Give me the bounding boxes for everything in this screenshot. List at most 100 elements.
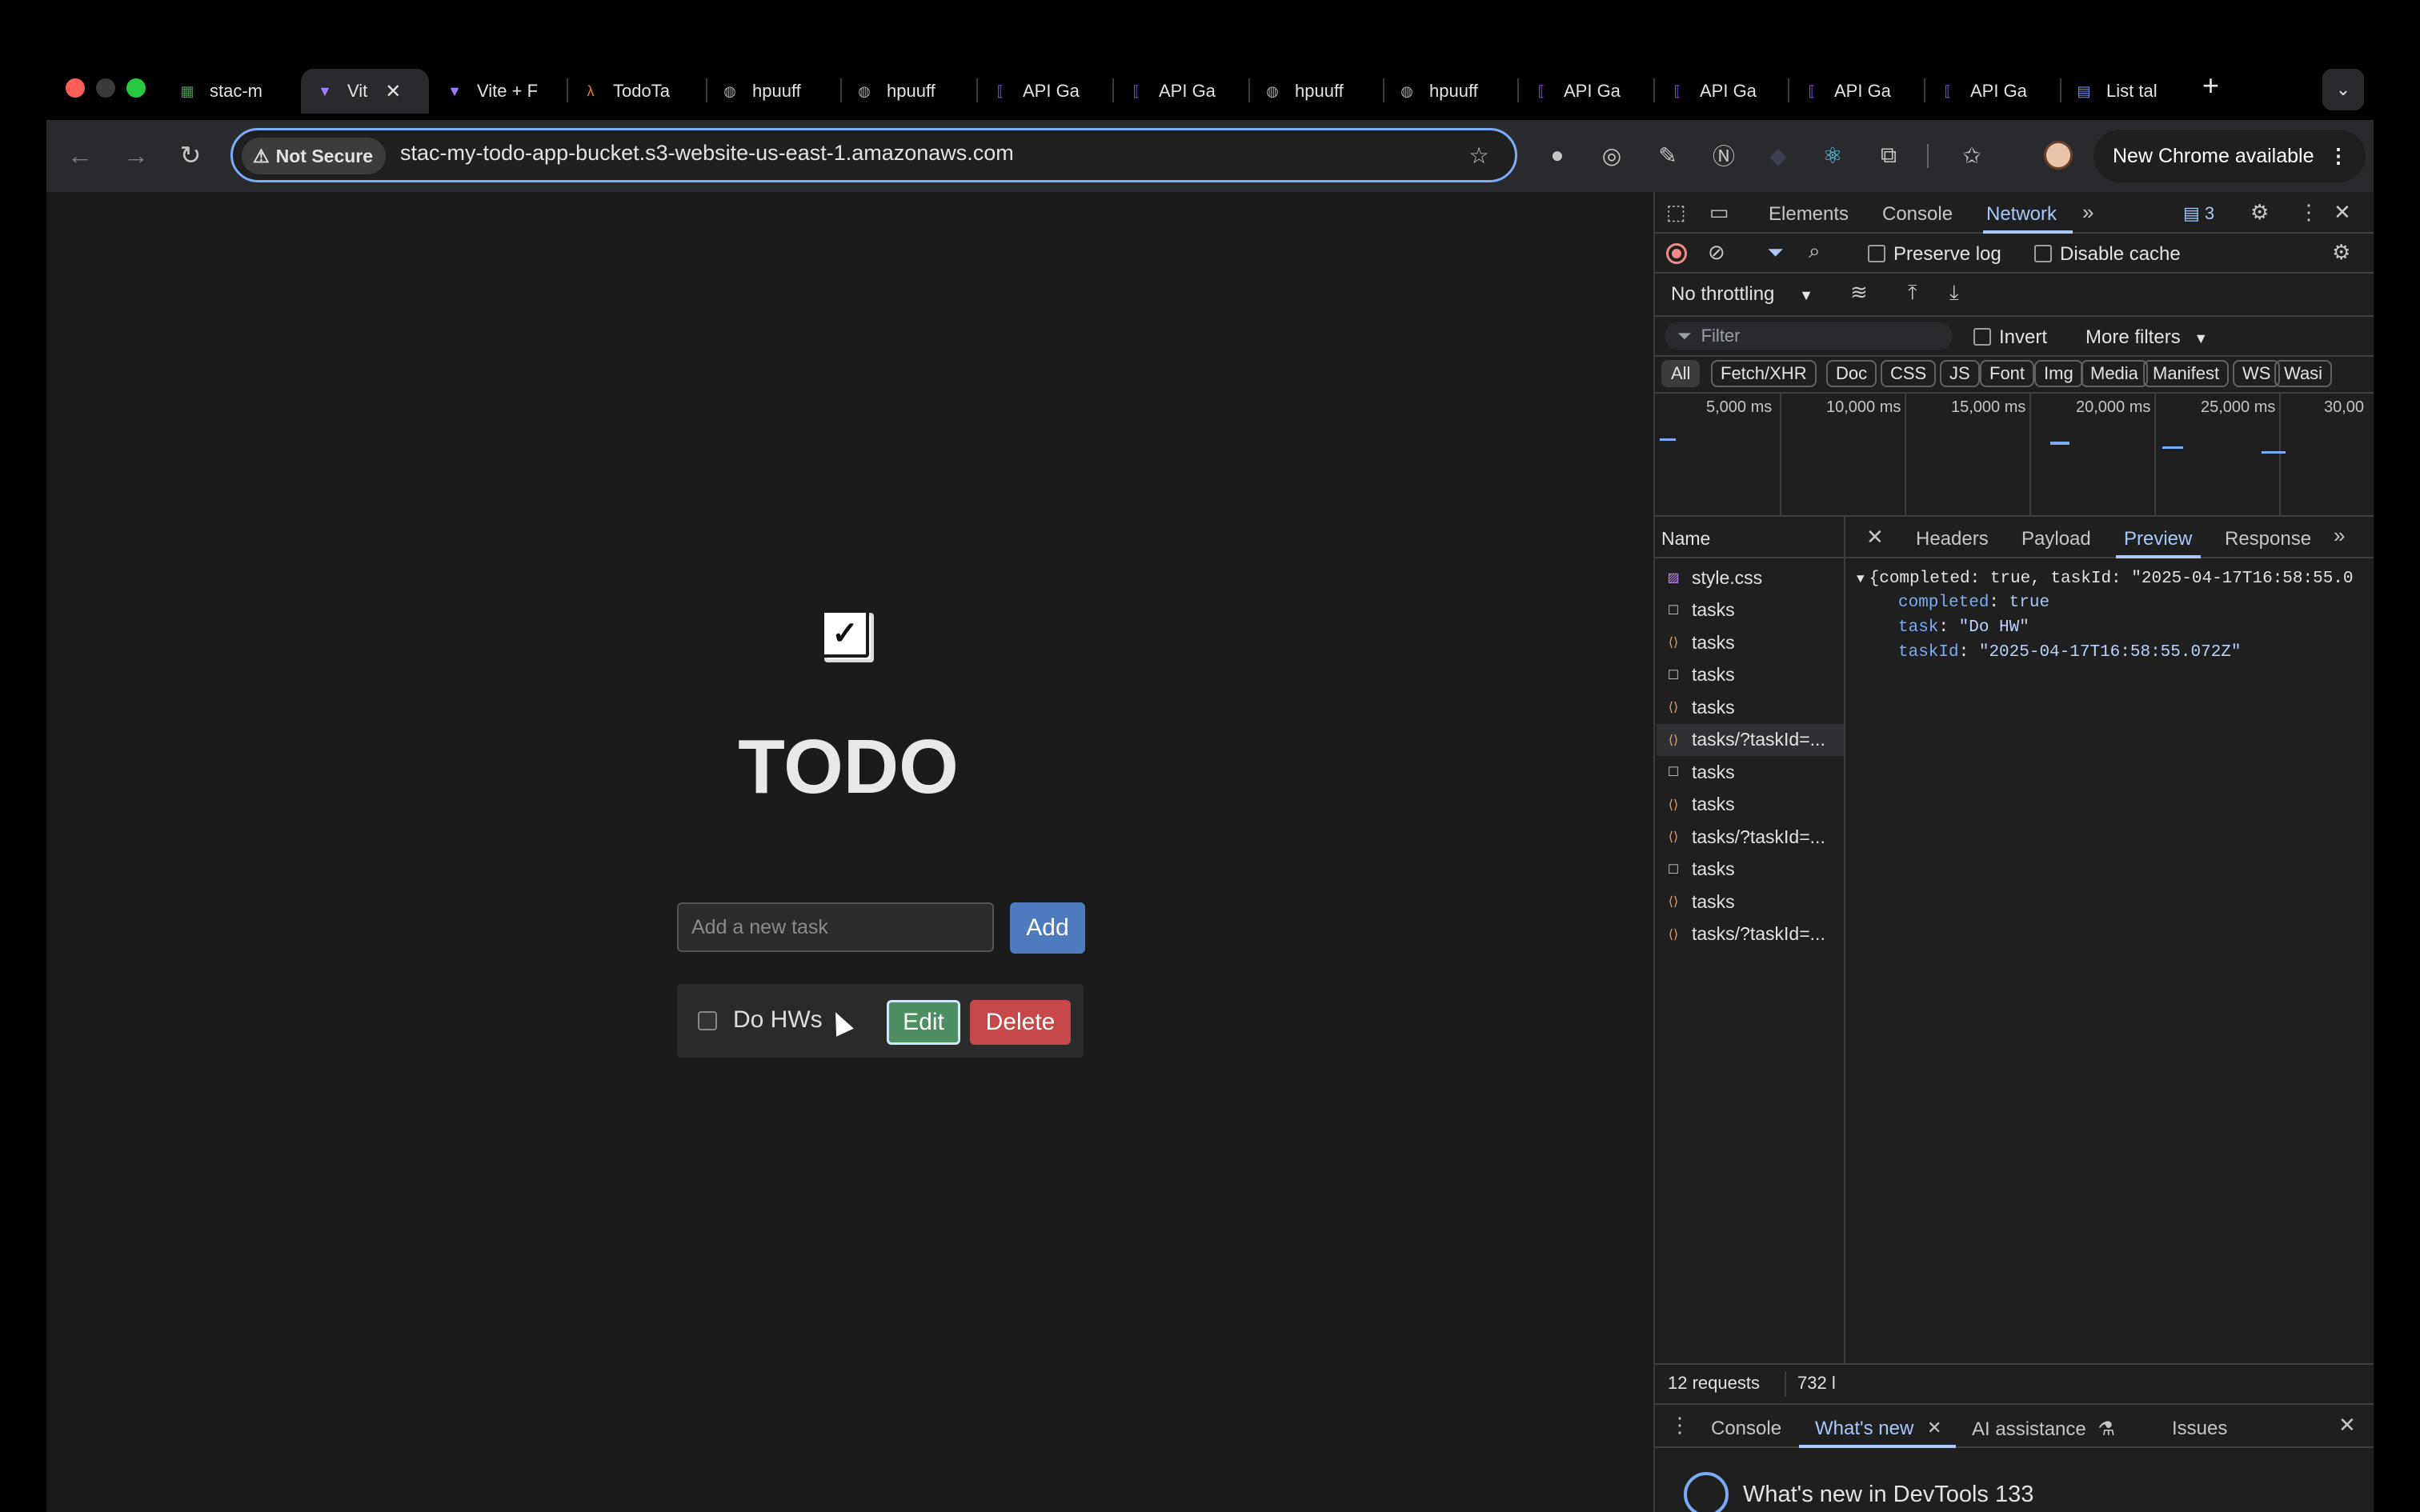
type-filter-wasi[interactable]: Wasi [2274,360,2333,387]
request-row[interactable]: ⟨⟩ tasks/?taskId=... [1657,918,1844,950]
back-button[interactable]: ← [61,136,99,174]
device-toolbar-icon[interactable]: ▭ [1709,200,1729,225]
filter-funnel-icon[interactable]: ⏷ [1767,240,1784,266]
tab-9[interactable]: ◍ hpuuff [1396,69,1500,114]
tab-11[interactable]: ⟦ API Ga [1666,69,1770,114]
close-window-button[interactable] [66,78,85,98]
request-row[interactable]: ☐ tasks [1657,854,1844,886]
type-filter-font[interactable]: Font [1980,360,2035,387]
type-filter-img[interactable]: Img [2034,360,2083,387]
type-filter-css[interactable]: CSS [1881,360,1937,387]
edit-task-button[interactable]: Edit [887,1000,960,1045]
delete-task-button[interactable]: Delete [970,1000,1071,1045]
profile-avatar[interactable] [2041,138,2076,173]
url-text[interactable]: stac-my-todo-app-bucket.s3-website-us-ea… [400,141,1014,166]
search-icon[interactable]: ⌕ [1809,238,1821,264]
more-tabs-chevron-icon[interactable]: » [2082,200,2093,225]
issues-counter[interactable]: ▤ 3 [2183,203,2214,224]
clear-icon[interactable]: ⊘ [1708,240,1725,265]
type-filter-js[interactable]: JS [1940,360,1980,387]
add-task-button[interactable]: Add [1010,902,1085,954]
tab-elements[interactable]: Elements [1769,203,1849,226]
tab-12[interactable]: ⟦ API Ga [1801,69,1905,114]
request-row[interactable]: ⟨⟩ tasks [1657,691,1844,723]
close-drawer-icon[interactable]: ✕ [2338,1413,2356,1438]
type-filter-all[interactable]: All [1661,360,1701,387]
devtools-menu-icon[interactable]: ⋮ [2298,200,2319,225]
request-row[interactable]: ⟨⟩ tasks/?taskId=... [1657,723,1844,756]
export-har-icon[interactable]: ⤓ [1949,280,1959,306]
type-filter-fetchxhr[interactable]: Fetch/XHR [1711,360,1817,387]
import-har-icon[interactable]: ⤒ [1908,280,1917,306]
invert-checkbox[interactable] [1973,328,1991,346]
tab-7[interactable]: ⟦ API Ga [1125,69,1229,114]
tab-3[interactable]: λ TodoTa [579,69,683,114]
tab-0[interactable]: ▦ stac-m [176,69,272,114]
request-row[interactable]: ⟨⟩ tasks [1657,789,1844,821]
request-row[interactable]: ☐ tasks [1657,659,1844,691]
tab-search-button[interactable]: ⌄ [2322,69,2364,110]
preserve-log-checkbox[interactable] [1868,245,1885,262]
request-row[interactable]: ☐ tasks [1657,594,1844,626]
new-tab-button[interactable]: + [2202,69,2219,102]
close-tab-icon[interactable]: ✕ [385,80,401,103]
drawer-tab-issues[interactable]: Issues [2172,1418,2227,1440]
tab-5[interactable]: ◍ hpuuff [853,69,957,114]
close-whats-new-icon[interactable]: ✕ [1927,1418,1941,1438]
minimize-window-button[interactable] [96,78,115,98]
network-conditions-wifi-icon[interactable]: ≋ [1850,280,1868,305]
more-detail-tabs-chevron-icon[interactable]: » [2334,523,2345,548]
more-filters-dropdown[interactable]: More filters ▼ [2085,326,2208,349]
tab-13[interactable]: ⟦ API Ga [1937,69,2041,114]
network-settings-gear-icon[interactable]: ⚙ [2332,240,2350,265]
close-details-icon[interactable]: ✕ [1866,525,1884,550]
request-row[interactable]: ⟨⟩ tasks [1657,626,1844,658]
reload-button[interactable]: ↻ [171,136,210,174]
detail-tab-headers[interactable]: Headers [1916,528,1989,550]
filter-input[interactable]: ⏷ Filter [1665,322,1953,350]
tab-1[interactable]: ▼ Vit ✕ [301,69,429,114]
type-filter-doc[interactable]: Doc [1826,360,1877,387]
record-stop-icon[interactable] [1666,243,1687,264]
drawer-tab-console[interactable]: Console [1711,1418,1781,1440]
forward-button[interactable]: → [117,136,155,174]
detail-tab-response[interactable]: Response [2225,528,2311,550]
notion-icon[interactable]: Ⓝ [1706,138,1741,173]
tab-10[interactable]: ⟦ API Ga [1530,69,1634,114]
disable-cache-checkbox[interactable] [2034,245,2052,262]
settings-gear-icon[interactable]: ⚙ [2250,200,2269,225]
extension-circle-icon[interactable]: ● [1540,138,1575,173]
detail-tab-payload[interactable]: Payload [2021,528,2091,550]
new-task-input[interactable] [677,902,994,952]
type-filter-ws[interactable]: WS [2233,360,2281,387]
extensions-puzzle-icon[interactable]: ⧉ [1871,138,1906,173]
drawer-menu-icon[interactable]: ⋮ [1669,1413,1690,1438]
react-devtools-icon[interactable]: ⚛ [1815,138,1850,173]
extension-pen-icon[interactable]: ✎ [1650,138,1685,173]
type-filter-manifest[interactable]: Manifest [2143,360,2230,387]
extension-target-icon[interactable]: ◎ [1594,138,1629,173]
tab-4[interactable]: ◍ hpuuff [719,69,823,114]
throttling-select[interactable]: No throttling ▼ [1671,283,1813,306]
preview-summary[interactable]: ▼ {completed: true, taskId: "2025-04-17T1… [1857,570,2354,588]
tab-console[interactable]: Console [1882,203,1953,226]
drawer-tab-ai-assistance[interactable]: AI assistance ⚗ [1972,1418,2115,1441]
close-devtools-icon[interactable]: ✕ [2334,200,2351,225]
type-filter-media[interactable]: Media [2081,360,2148,387]
inspect-element-icon[interactable]: ⬚ [1666,200,1686,225]
detail-tab-preview[interactable]: Preview [2124,528,2192,550]
new-chrome-available-button[interactable]: New Chrome available ⋮ [2093,130,2366,182]
request-row[interactable]: ▨ style.css [1657,562,1844,594]
drawer-tab-whats-new[interactable]: What's new ✕ [1799,1408,1956,1448]
bookmarks-manager-icon[interactable]: ✩ [1954,138,1989,173]
tab-2[interactable]: ▼ Vite + F [443,69,547,114]
request-row[interactable]: ⟨⟩ tasks [1657,886,1844,918]
tab-8[interactable]: ◍ hpuuff [1261,69,1365,114]
request-row[interactable]: ☐ tasks [1657,756,1844,788]
bookmark-star-icon[interactable]: ☆ [1461,138,1496,173]
not-secure-chip[interactable]: ⚠ Not Secure [242,138,387,174]
tab-network[interactable]: Network [1986,203,2057,226]
extension-dark-icon[interactable]: ◆ [1761,138,1796,173]
tab-14[interactable]: ▤ List tal [2073,69,2177,114]
task-complete-checkbox[interactable] [698,1011,717,1030]
